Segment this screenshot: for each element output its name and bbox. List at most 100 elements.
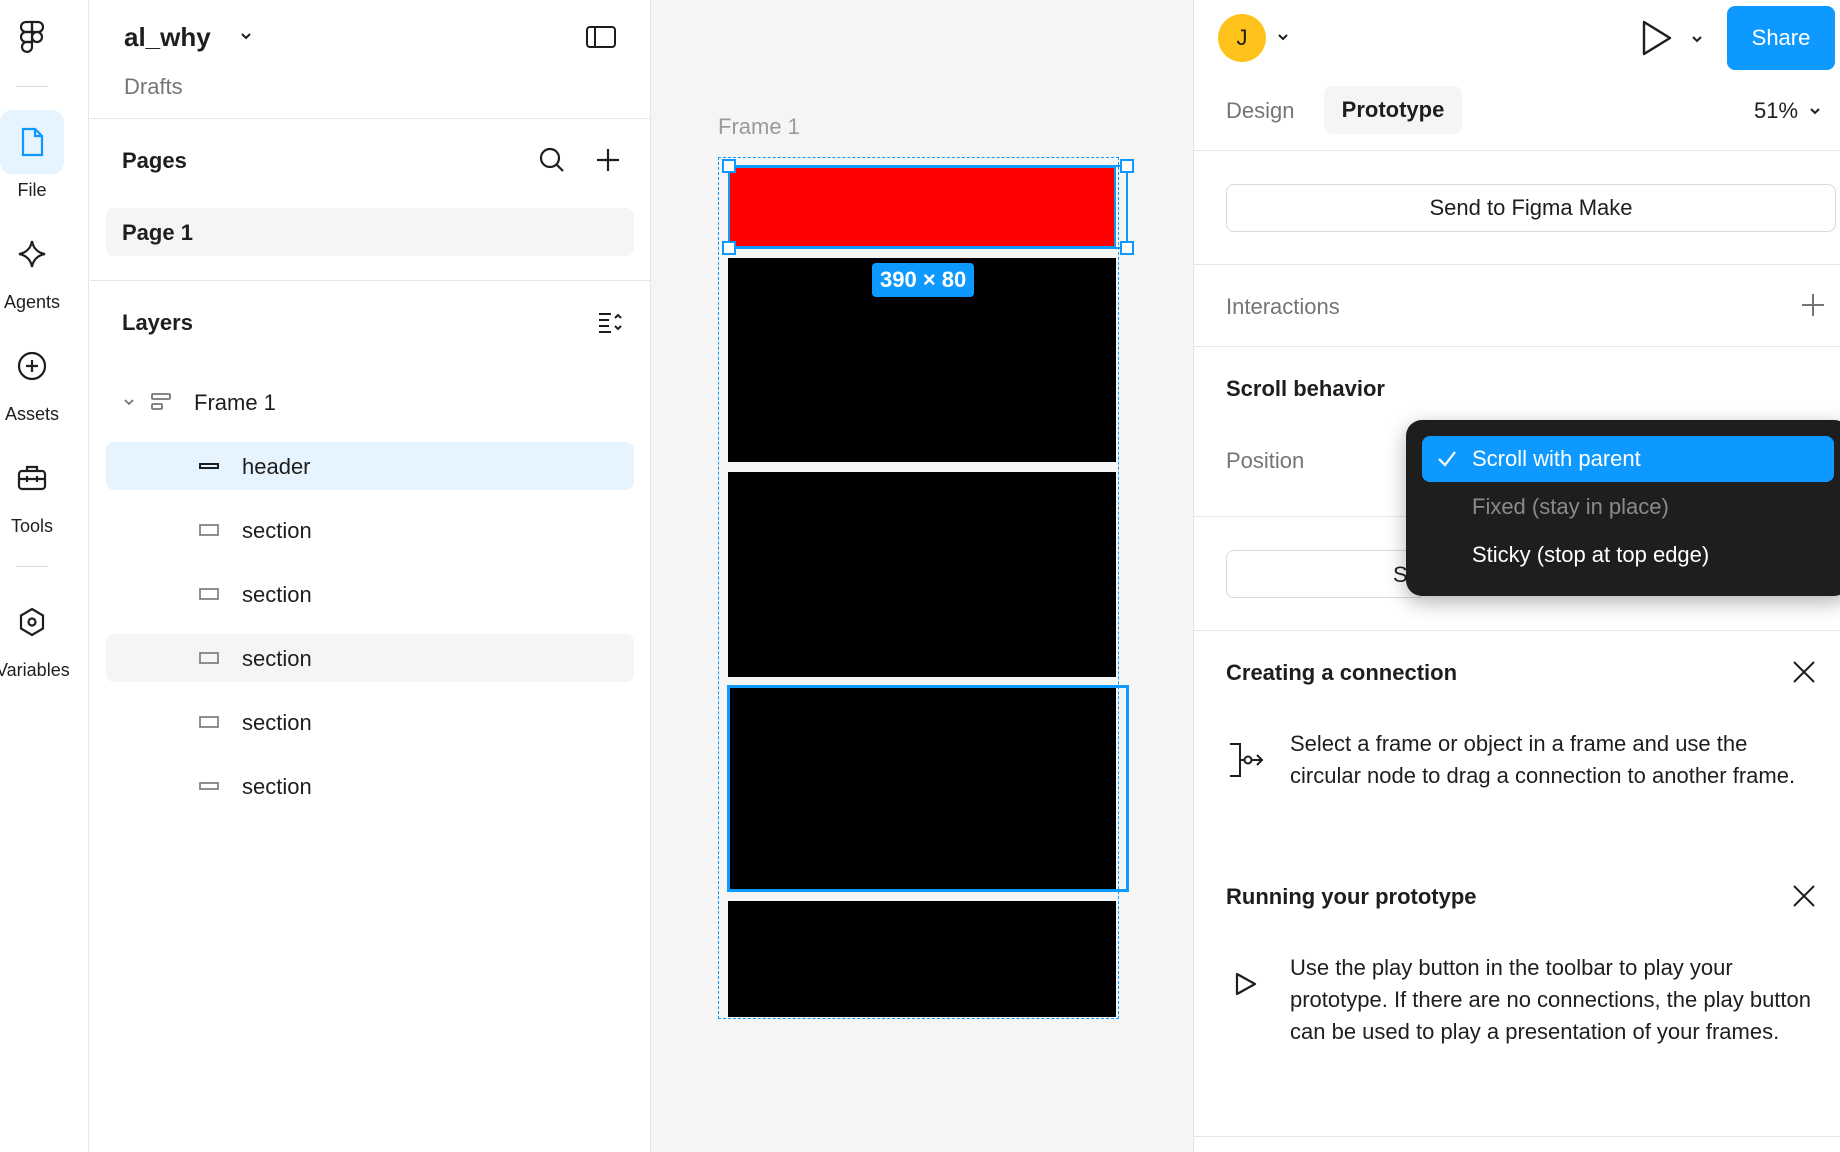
layer-row-section[interactable]: section <box>106 570 634 618</box>
resize-handle[interactable] <box>722 159 736 173</box>
file-icon <box>21 127 44 157</box>
layer-row-section[interactable]: section <box>106 762 634 810</box>
zoom-level[interactable]: 51% <box>1754 98 1798 124</box>
dropdown-item-label: Scroll with parent <box>1472 446 1641 471</box>
layer-label: Frame 1 <box>194 390 276 415</box>
dropdown-item-sticky[interactable]: Sticky (stop at top edge) <box>1422 532 1834 578</box>
position-dropdown-menu[interactable]: Scroll with parent Fixed (stay in place)… <box>1406 420 1840 596</box>
divider <box>90 118 651 119</box>
send-to-figma-make-button[interactable]: Send to Figma Make <box>1226 184 1836 232</box>
rail-label-assets: Assets <box>4 404 60 424</box>
rail-label-variables: Variables <box>0 660 70 680</box>
sidebar-toggle-icon[interactable] <box>585 24 617 55</box>
divider <box>1194 150 1840 151</box>
plus-circle-icon <box>17 351 47 381</box>
divider <box>1194 630 1840 631</box>
hexagon-icon <box>19 607 45 637</box>
play-icon <box>1232 970 1258 1003</box>
interactions-title: Interactions <box>1226 294 1340 319</box>
add-page-icon[interactable] <box>594 146 622 179</box>
toolbox-icon <box>17 465 47 491</box>
tab-prototype[interactable]: Prototype <box>1324 86 1462 134</box>
share-button[interactable]: Share <box>1727 6 1835 70</box>
chevron-down-icon[interactable] <box>238 28 254 49</box>
add-interaction-icon[interactable] <box>1800 292 1826 323</box>
layer-row-section[interactable]: section <box>106 506 634 554</box>
dropdown-item-fixed: Fixed (stay in place) <box>1422 484 1834 530</box>
file-name[interactable]: al_why <box>124 22 211 53</box>
left-rail: File Agents Assets Tools Variables <box>0 0 89 1152</box>
search-icon[interactable] <box>538 146 566 179</box>
selection-box <box>728 165 1128 249</box>
layer-row-header[interactable]: header <box>106 442 634 490</box>
chevron-down-icon[interactable] <box>1808 104 1822 123</box>
frame-layout-icon <box>150 378 172 426</box>
divider <box>1194 1136 1840 1137</box>
layers-panel: al_why Drafts Pages Page 1 Layers Frame … <box>90 0 651 1152</box>
hover-outline <box>727 685 1129 892</box>
chevron-down-icon[interactable] <box>1690 32 1704 51</box>
rail-item-variables[interactable]: Variables <box>0 590 70 681</box>
rail-divider <box>16 86 48 87</box>
rail-item-file[interactable]: File <box>0 110 64 201</box>
rail-label-tools: Tools <box>10 516 54 536</box>
file-location[interactable]: Drafts <box>124 74 183 100</box>
chevron-down-icon[interactable] <box>1276 30 1290 49</box>
rectangle-icon <box>198 634 220 682</box>
close-icon[interactable] <box>1790 882 1818 915</box>
layers-collapse-icon[interactable] <box>596 308 624 341</box>
sparkle-icon <box>18 240 46 268</box>
checkmark-icon <box>1436 448 1458 475</box>
divider <box>90 280 651 281</box>
running-body: Use the play button in the toolbar to pl… <box>1290 955 1812 1044</box>
scroll-behavior-title: Scroll behavior <box>1226 376 1385 401</box>
rail-item-assets[interactable]: Assets <box>0 334 64 425</box>
divider <box>1194 264 1840 265</box>
dropdown-item-label: Fixed (stay in place) <box>1472 494 1669 519</box>
figma-logo-icon[interactable] <box>16 18 48 58</box>
play-icon[interactable] <box>1638 18 1674 63</box>
rail-item-tools[interactable]: Tools <box>0 446 64 537</box>
rail-divider <box>16 566 48 567</box>
frame-label[interactable]: Frame 1 <box>718 114 800 140</box>
dropdown-item-label: Sticky (stop at top edge) <box>1472 542 1710 567</box>
section-block[interactable] <box>728 901 1116 1017</box>
resize-handle[interactable] <box>1120 159 1134 173</box>
dropdown-item-scroll-with-parent[interactable]: Scroll with parent <box>1422 436 1834 482</box>
page-item[interactable]: Page 1 <box>106 208 634 256</box>
connection-title: Creating a connection <box>1226 660 1458 685</box>
rail-item-agents[interactable]: Agents <box>0 222 64 313</box>
connection-body: Select a frame or object in a frame and … <box>1290 731 1796 788</box>
layer-label: section <box>242 518 312 543</box>
resize-handle[interactable] <box>722 241 736 255</box>
rectangle-icon <box>198 698 220 746</box>
rectangle-icon <box>198 442 220 490</box>
layer-row-frame[interactable]: Frame 1 <box>106 378 634 426</box>
rail-label-file: File <box>17 180 47 200</box>
layer-label: header <box>242 454 311 479</box>
chevron-down-icon[interactable] <box>122 378 136 426</box>
layers-title: Layers <box>122 310 193 335</box>
layer-label: section <box>242 774 312 799</box>
close-icon[interactable] <box>1790 658 1818 691</box>
layer-label: section <box>242 646 312 671</box>
running-title: Running your prototype <box>1226 884 1477 909</box>
rectangle-icon <box>198 506 220 554</box>
section-block[interactable] <box>728 472 1116 677</box>
divider <box>1194 346 1840 347</box>
avatar[interactable]: J <box>1218 14 1266 62</box>
pages-title: Pages <box>122 148 187 173</box>
tab-design[interactable]: Design <box>1226 98 1294 124</box>
layer-row-section[interactable]: section <box>106 634 634 682</box>
partial-button[interactable]: S <box>1226 550 1426 598</box>
size-badge: 390 × 80 <box>872 263 975 297</box>
layer-label: section <box>242 582 312 607</box>
page-item-label: Page 1 <box>122 220 193 245</box>
position-label: Position <box>1226 448 1305 473</box>
layer-row-section[interactable]: section <box>106 698 634 746</box>
rail-label-agents: Agents <box>3 292 61 312</box>
canvas[interactable]: Frame 1 390 × 80 <box>651 0 1193 1152</box>
layer-label: section <box>242 710 312 735</box>
rectangle-icon <box>198 570 220 618</box>
resize-handle[interactable] <box>1120 241 1134 255</box>
